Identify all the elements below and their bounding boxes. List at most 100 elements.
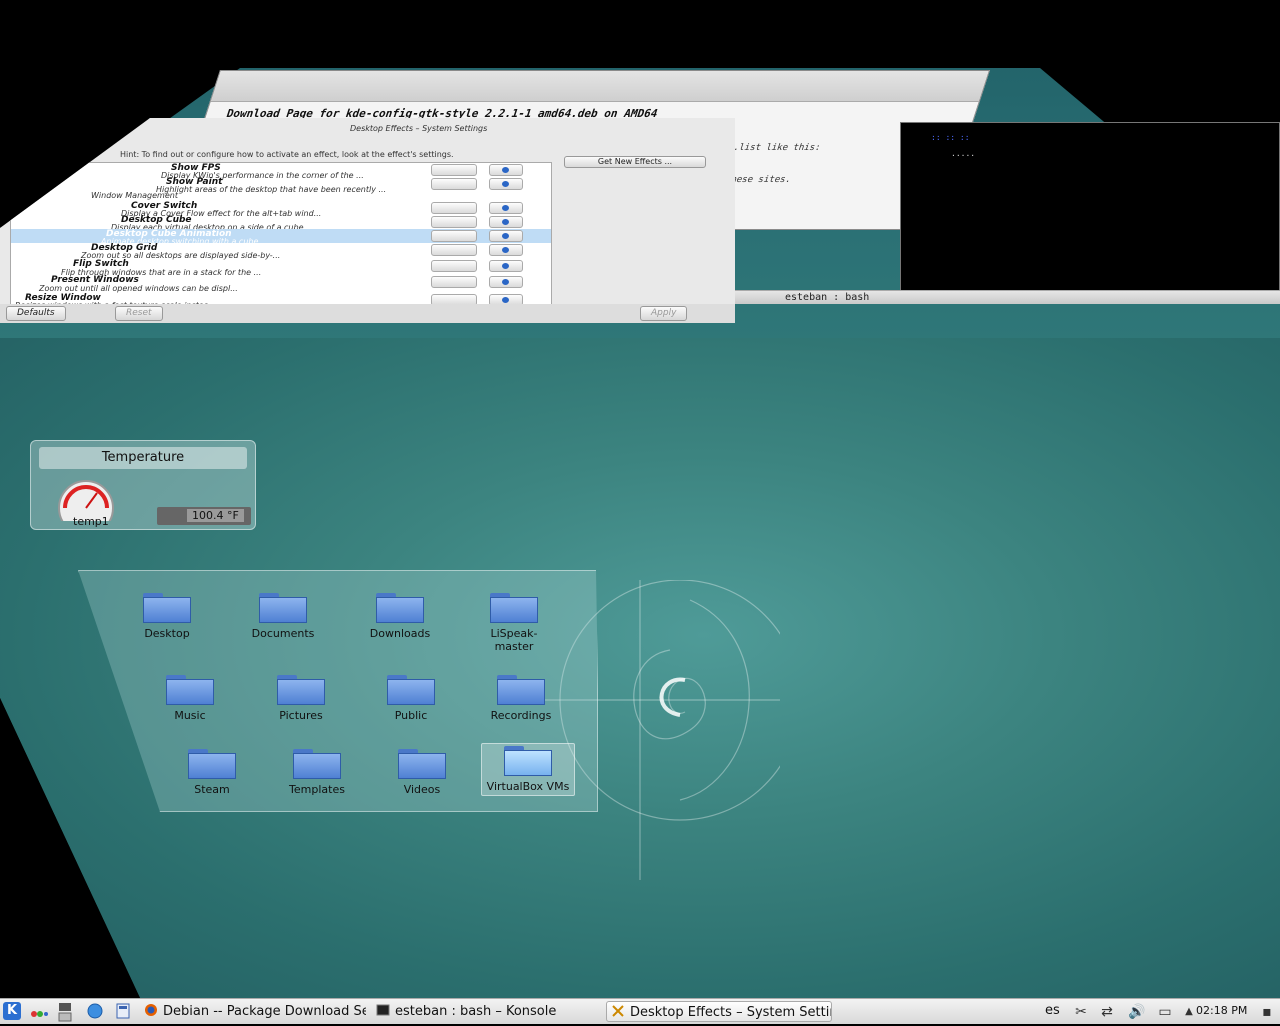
effect-row[interactable]: Flip Switch Flip through windows that ar… [11, 259, 551, 277]
folder-icon [188, 749, 236, 779]
get-new-effects-button[interactable]: Get New Effects ... [564, 156, 706, 168]
task-firefox[interactable]: Debian -- Package Download Se [144, 1001, 366, 1022]
folder-label: Downloads [369, 627, 431, 640]
widget-title: Temperature [39, 447, 247, 469]
effects-list[interactable]: Show FPS Display KWin's performance in t… [10, 162, 552, 314]
info-button[interactable] [489, 202, 523, 214]
folder-downloads[interactable]: Downloads [354, 593, 446, 640]
apply-button[interactable]: Apply [640, 306, 688, 321]
folder-label: Templates [289, 783, 345, 796]
cube-top-face-area: Download Page for kde-config-gtk-style_2… [0, 0, 1280, 340]
task-label: Debian -- Package Download Se [163, 1004, 366, 1019]
info-button[interactable] [489, 260, 523, 272]
scissors-clipboard-icon[interactable]: ✂ [1072, 1003, 1090, 1021]
folder-videos[interactable]: Videos [376, 749, 468, 796]
info-button[interactable] [489, 230, 523, 242]
folder-label: Desktop [144, 627, 190, 640]
panel-toolbox-icon[interactable]: ▪ [1258, 1003, 1276, 1021]
activities-icon[interactable] [30, 1002, 48, 1020]
hint-text: Hint: To find out or configure how to ac… [120, 150, 454, 159]
folder-desktop[interactable]: Desktop [121, 593, 213, 640]
taskbar: K Debian -- Package Download Se esteban … [0, 998, 1280, 1024]
configure-button[interactable] [431, 244, 477, 256]
task-label: esteban : bash – Konsole [395, 1004, 557, 1019]
konsole-window[interactable]: :: :: :: ..... [900, 122, 1280, 297]
folder-virtualbox-vms[interactable]: VirtualBox VMs [481, 743, 575, 796]
folder-label: Videos [403, 783, 441, 796]
folder-templates[interactable]: Templates [271, 749, 363, 796]
category-name: Window Management [91, 191, 178, 200]
info-button[interactable] [489, 216, 523, 228]
info-button[interactable] [489, 244, 523, 256]
folder-icon [166, 675, 214, 705]
configure-button[interactable] [431, 260, 477, 272]
folder-icon [376, 593, 424, 623]
folder-label: VirtualBox VMs [486, 780, 570, 793]
folder-icon [490, 593, 538, 623]
folder-documents[interactable]: Documents [237, 593, 329, 640]
firefox-icon [145, 1004, 157, 1016]
folder-icon [387, 675, 435, 705]
network-globe-icon[interactable] [86, 1002, 104, 1020]
effect-row[interactable]: Show FPS Display KWin's performance in t… [11, 163, 551, 180]
folder-label: Recordings [490, 709, 552, 722]
folder-label: LiSpeak-master [490, 627, 538, 653]
reset-button[interactable]: Reset [115, 306, 163, 321]
task-label: Desktop Effects – System Settir [630, 1005, 832, 1020]
folder-icon [504, 746, 552, 776]
configure-button[interactable] [431, 216, 477, 228]
folder-lispeak-master[interactable]: LiSpeak-master [472, 593, 556, 653]
info-button[interactable] [489, 164, 523, 176]
configure-button[interactable] [431, 202, 477, 214]
volume-icon[interactable]: 🔊 [1128, 1003, 1146, 1021]
defaults-button[interactable]: Defaults [6, 306, 66, 321]
effect-row[interactable]: Desktop Cube Display each virtual deskto… [11, 215, 551, 232]
pager-icon[interactable] [58, 1002, 76, 1022]
effect-row[interactable]: Show Paint Highlight areas of the deskto… [11, 177, 551, 194]
task-konsole[interactable]: esteban : bash – Konsole [376, 1001, 598, 1022]
configure-button[interactable] [431, 164, 477, 176]
folder-public[interactable]: Public [365, 675, 457, 722]
settings-icon [612, 1005, 624, 1017]
network-icon[interactable]: ⇄ [1098, 1003, 1116, 1021]
folder-steam[interactable]: Steam [166, 749, 258, 796]
keyboard-layout-indicator[interactable]: es [1045, 1003, 1060, 1018]
temperature-readout: 100.4 °F [157, 507, 251, 525]
effect-row[interactable]: Present Windows Zoom out until all opene… [11, 275, 551, 293]
task-system-settings[interactable]: Desktop Effects – System Settir [606, 1001, 832, 1022]
folder-icon [143, 593, 191, 623]
desktop-effects-window[interactable]: Desktop Effects – System Settings Hint: … [0, 118, 735, 323]
folder-icon [497, 675, 545, 705]
folder-icon [277, 675, 325, 705]
effect-row[interactable]: Desktop Grid Zoom out so all desktops ar… [11, 243, 551, 260]
effect-row-selected[interactable]: Desktop Cube Animation Animate desktop s… [11, 229, 551, 246]
info-button[interactable] [489, 276, 523, 288]
konsole-output: ..... [951, 149, 976, 158]
folder-view-widget[interactable]: Desktop Documents Downloads LiSpeak-mast… [78, 570, 598, 812]
sensor-name: temp1 [73, 515, 109, 528]
info-button[interactable] [489, 178, 523, 190]
folder-label: Public [394, 709, 428, 722]
folder-icon [398, 749, 446, 779]
temperature-widget[interactable]: Temperature temp1 100.4 °F [30, 440, 256, 530]
folder-music[interactable]: Music [144, 675, 236, 722]
configure-button[interactable] [431, 230, 477, 242]
konsole-title-bar[interactable]: esteban : bash [735, 290, 1280, 304]
folder-pictures[interactable]: Pictures [255, 675, 347, 722]
calculator-icon[interactable] [114, 1002, 132, 1020]
browser-toolbar[interactable] [210, 71, 989, 102]
folder-label: Music [174, 709, 206, 722]
dialog-button-bar: Defaults Reset Apply [0, 304, 735, 323]
clock[interactable]: 02:18 PM [1196, 1004, 1247, 1017]
effect-desc: Zoom out until all opened windows can be… [39, 284, 238, 293]
terminal-icon [376, 1004, 390, 1016]
konsole-output: :: :: :: [931, 133, 970, 142]
folder-label: Pictures [279, 709, 323, 722]
configure-button[interactable] [431, 276, 477, 288]
kde-menu-icon[interactable]: K [3, 1002, 21, 1020]
folder-recordings[interactable]: Recordings [475, 675, 567, 722]
effect-row[interactable]: Cover Switch Display a Cover Flow effect… [11, 201, 551, 218]
battery-monitor-icon[interactable]: ▭ [1156, 1003, 1174, 1021]
configure-button[interactable] [431, 178, 477, 190]
temperature-value: 100.4 °F [187, 509, 244, 522]
